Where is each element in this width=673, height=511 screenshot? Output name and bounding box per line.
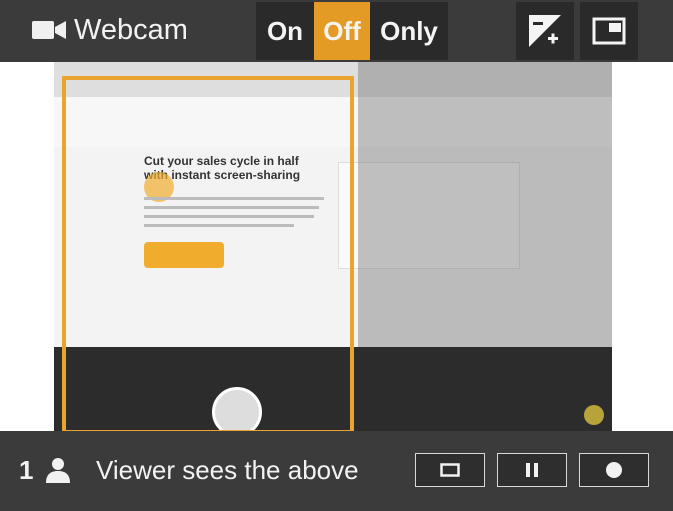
viewer-status-label: Viewer sees the above bbox=[96, 455, 359, 485]
bottom-status-bar: 1 Viewer sees the above bbox=[0, 431, 673, 511]
webcam-on-button[interactable]: On bbox=[256, 2, 314, 60]
picture-in-picture-icon bbox=[592, 17, 626, 45]
pause-button[interactable] bbox=[497, 453, 567, 487]
record-button[interactable] bbox=[579, 453, 649, 487]
video-camera-icon bbox=[32, 21, 66, 39]
logo-badge-icon bbox=[584, 405, 604, 425]
webcam-off-button[interactable]: Off bbox=[314, 2, 370, 60]
brightness-button[interactable] bbox=[516, 2, 574, 60]
stop-sharing-button[interactable] bbox=[415, 453, 485, 487]
viewer-frame-outline[interactable] bbox=[62, 76, 354, 434]
record-icon bbox=[606, 462, 622, 478]
stop-square-icon bbox=[440, 463, 460, 477]
top-toolbar: Webcam On Off Only bbox=[0, 0, 673, 62]
webcam-mode-toggle: On Off Only bbox=[256, 2, 448, 60]
person-icon bbox=[46, 458, 70, 483]
webcam-label: Webcam bbox=[74, 14, 188, 46]
picture-in-picture-button[interactable] bbox=[580, 2, 638, 60]
pause-icon bbox=[526, 463, 538, 477]
dimmed-region bbox=[358, 62, 612, 347]
brightness-contrast-icon bbox=[529, 15, 561, 47]
webcam-only-button[interactable]: Only bbox=[370, 2, 448, 60]
viewer-count: 1 bbox=[19, 455, 34, 485]
